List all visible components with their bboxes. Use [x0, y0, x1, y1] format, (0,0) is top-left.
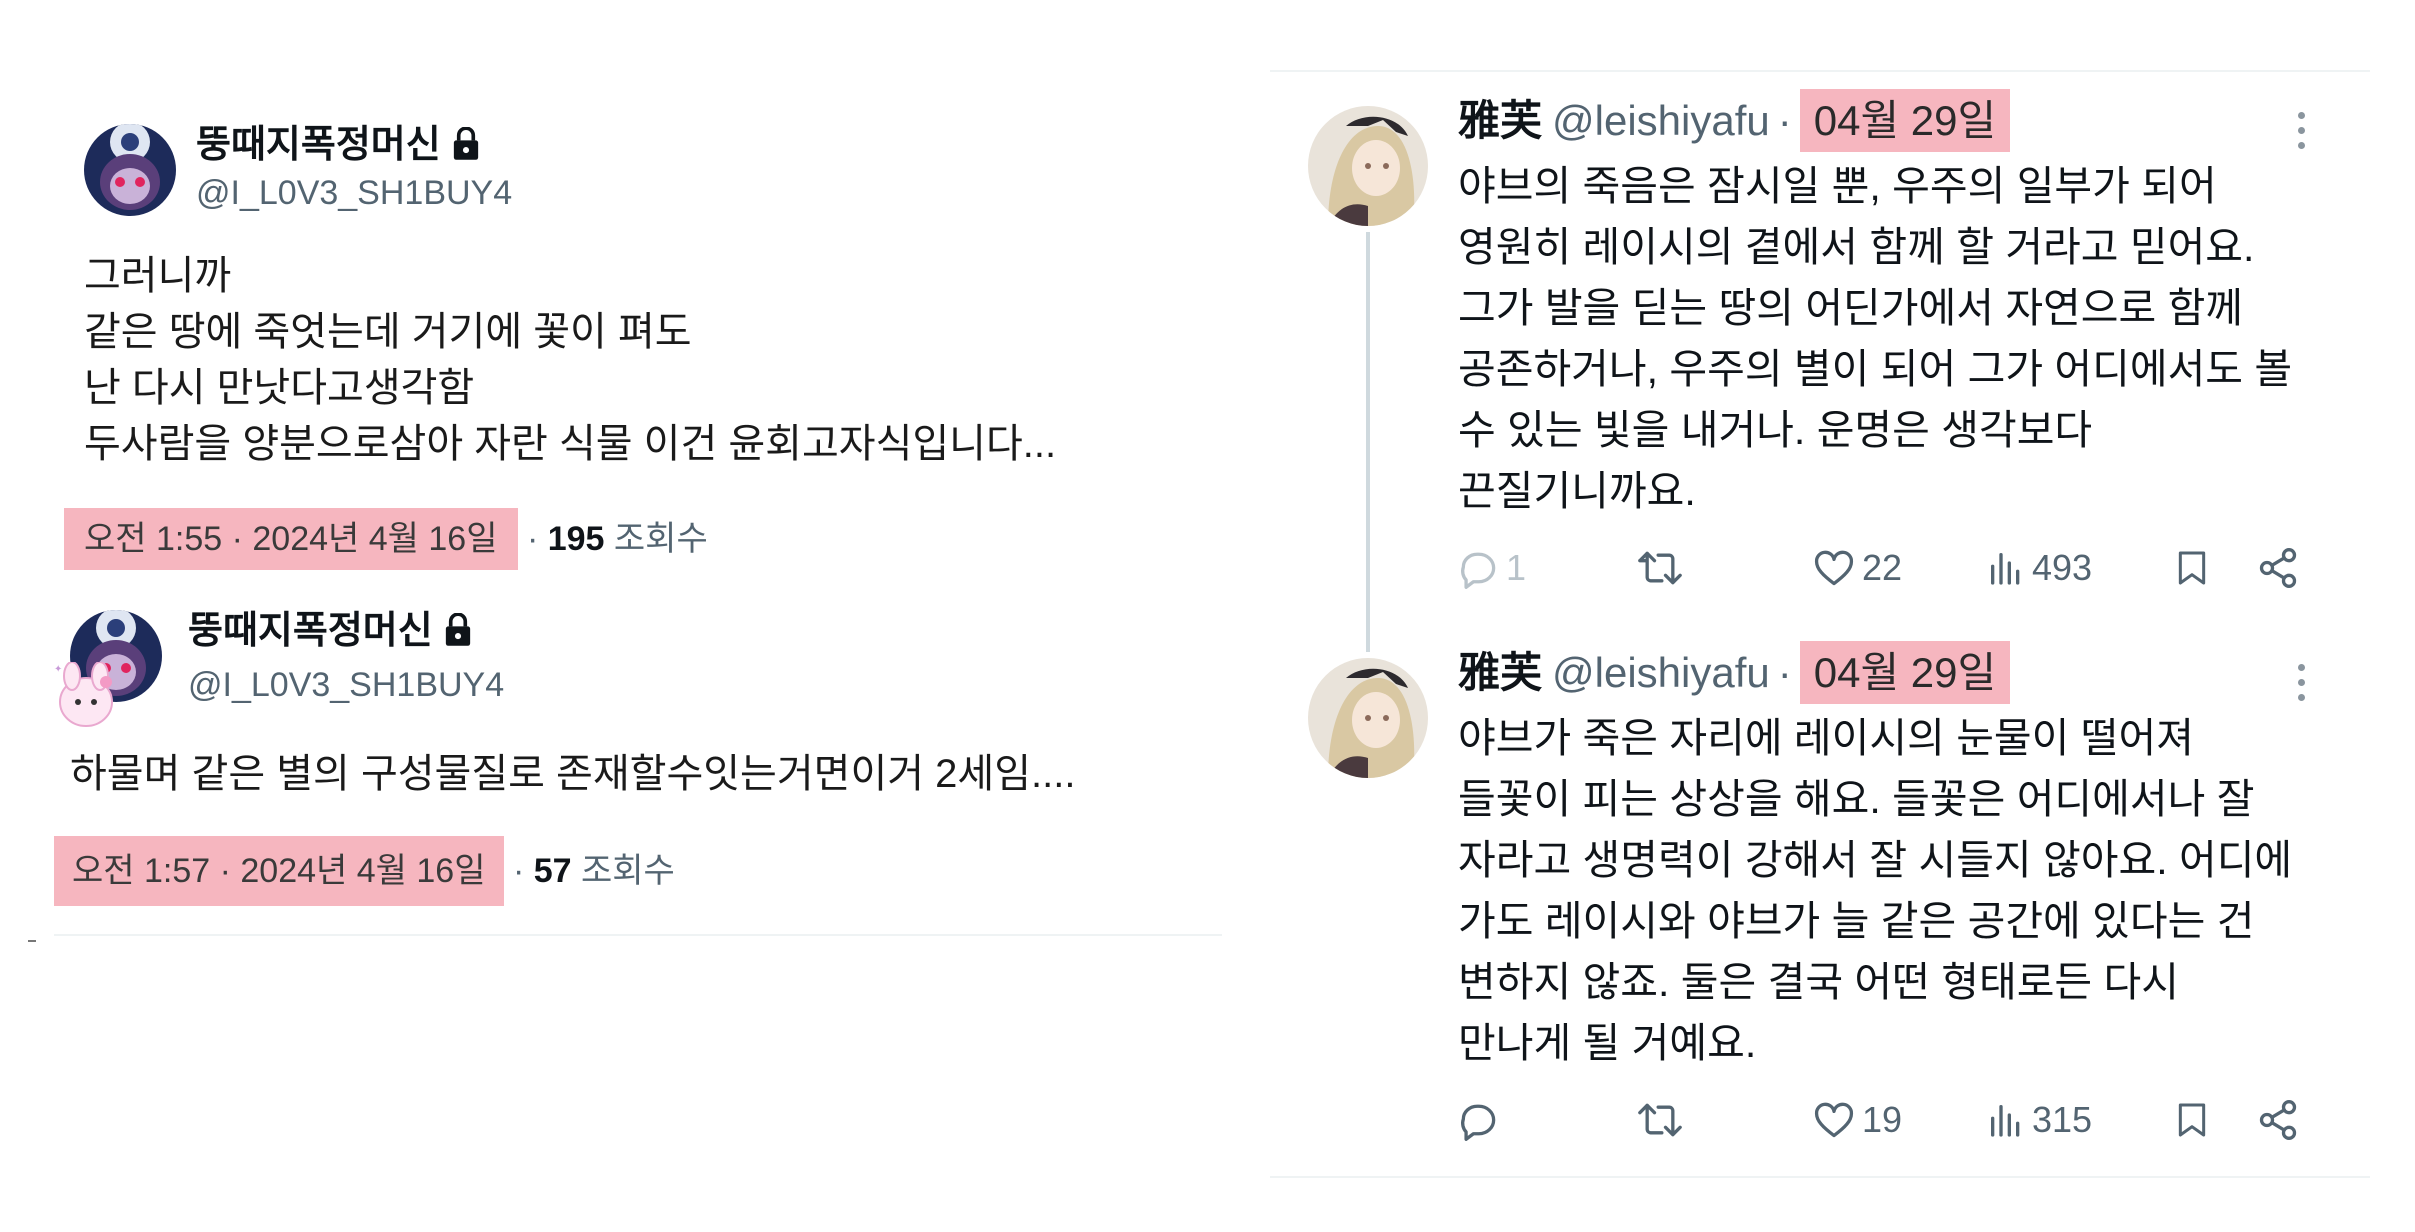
reply-icon — [1461, 552, 1496, 589]
edge-mark — [28, 940, 36, 942]
like-button[interactable]: 19 — [1812, 1098, 1902, 1142]
like-count: 22 — [1862, 547, 1903, 588]
tweet-line: 들꽃이 피는 상상을 해요. 들꽃은 어디에서나 잘 — [1458, 776, 2255, 822]
tweet-date[interactable]: 04월 29일 — [1799, 641, 2011, 704]
bookmark-icon — [2178, 1103, 2206, 1137]
bookmark-button[interactable] — [2172, 546, 2212, 590]
tweet-line: 두사람을 양분으로삼아 자란 식물 이건 윤회고자식입니다... — [84, 422, 1057, 466]
like-count: 19 — [1862, 1099, 1903, 1140]
tweet-line: 하물며 같은 별의 구성물질로 존재할수잇는거면이거 2세임.... — [70, 752, 1076, 796]
tweet-meta: 오전 1:57 · 2024년 4월 16일 · 57 조회수 — [54, 836, 675, 906]
reply-count: 1 — [1506, 547, 1527, 588]
display-name[interactable]: 뚱때지폭정머신 — [196, 126, 481, 164]
tweet-line: 난 다시 만낫다고생각함 — [84, 366, 475, 410]
avatar[interactable] — [1308, 106, 1428, 226]
views-label: 조회수 — [613, 520, 708, 558]
divider — [54, 934, 1222, 936]
action-bar: 19 315 — [1456, 1098, 2306, 1154]
user-handle[interactable]: @I_L0V3_SH1BUY4 — [196, 176, 512, 210]
lock-icon — [453, 127, 478, 160]
views-count: 57 — [533, 852, 572, 890]
tweet-line: 공존하거나, 우주의 별이 되어 그가 어디에서도 볼 — [1458, 346, 2293, 392]
bookmark-icon — [2178, 551, 2206, 585]
tweet-text: 야브가 죽은 자리에 레이시의 눈물이 떨어져 들꽃이 피는 상상을 해요. 들… — [1458, 708, 2292, 1074]
more-icon[interactable] — [2296, 112, 2306, 157]
reply-icon — [1461, 1104, 1496, 1141]
tweet-line: 같은 땅에 죽엇는데 거기에 꽃이 펴도 — [84, 310, 692, 354]
tweet-text: 그러니까 같은 땅에 죽엇는데 거기에 꽃이 펴도 난 다시 만낫다고생각함 두… — [84, 248, 1056, 472]
reply-button[interactable] — [1456, 1098, 1506, 1142]
timestamp[interactable]: 오전 1:57 · 2024년 4월 16일 — [54, 836, 504, 906]
views-count: 315 — [2032, 1099, 2093, 1140]
share-icon — [2259, 548, 2297, 588]
tweet-line: 자라고 생명력이 강해서 잘 시들지 않아요. 어디에 — [1458, 837, 2293, 883]
views-button[interactable]: 315 — [1986, 1098, 2092, 1142]
views-label: 조회수 — [581, 852, 675, 890]
divider — [1270, 70, 2370, 72]
retweet-icon — [1638, 551, 1682, 585]
share-icon — [2259, 1100, 2297, 1140]
display-name[interactable]: 雅芙 — [1458, 97, 1542, 144]
tweet-header: 雅芙 @leishiyafu · 04월 29일 — [1458, 89, 2011, 152]
thread-line — [1366, 232, 1370, 652]
bookmark-button[interactable] — [2172, 1098, 2212, 1142]
views-icon — [1991, 553, 2020, 585]
like-button[interactable]: 22 — [1812, 546, 1902, 590]
avatar-image — [1308, 658, 1428, 778]
avatar-image — [1308, 106, 1428, 226]
display-name[interactable]: 雅芙 — [1458, 649, 1542, 696]
user-handle[interactable]: @leishiyafu — [1552, 97, 1770, 144]
tweet-line: 끈질기니까요. — [1458, 468, 1696, 514]
views-count: 195 — [547, 520, 605, 558]
retweet-icon — [1638, 1103, 1682, 1137]
action-bar: 1 22 493 — [1456, 546, 2306, 602]
tweet-line: 야브의 죽음은 잠시일 뿐, 우주의 일부가 되어 — [1458, 163, 2217, 209]
lock-icon — [445, 613, 470, 646]
avatar[interactable] — [84, 124, 176, 216]
reply-button[interactable]: 1 — [1456, 546, 1526, 590]
tweet-text: 야브의 죽음은 잠시일 뿐, 우주의 일부가 되어 영원히 레이시의 곁에서 함… — [1458, 156, 2292, 522]
tweet-line: 변하지 않죠. 둘은 결국 어떤 형태로든 다시 — [1458, 959, 2179, 1005]
views-count: 493 — [2032, 547, 2093, 588]
tweet-line: 그러니까 — [84, 254, 232, 298]
tweet-line: 수 있는 빛을 내거나. 운명은 생각보다 — [1458, 407, 2093, 453]
user-handle[interactable]: @leishiyafu — [1552, 649, 1770, 696]
avatar-image — [84, 124, 176, 216]
display-name[interactable]: 뚱때지폭정머신 — [188, 612, 473, 650]
share-button[interactable] — [2256, 546, 2300, 590]
timestamp[interactable]: 오전 1:55 · 2024년 4월 16일 — [64, 508, 518, 570]
like-icon — [1814, 1102, 1854, 1138]
avatar[interactable] — [1308, 658, 1428, 778]
tweet-line: 만나게 될 거예요. — [1458, 1020, 1757, 1066]
tweet-line: 그가 발을 딛는 땅의 어딘가에서 자연으로 함께 — [1458, 285, 2244, 331]
tweet-meta: 오전 1:55 · 2024년 4월 16일 · 195 조회수 — [64, 508, 708, 570]
views-button[interactable]: 493 — [1986, 546, 2092, 590]
more-icon[interactable] — [2296, 664, 2306, 709]
tweet-line: 야브가 죽은 자리에 레이시의 눈물이 떨어져 — [1458, 715, 2194, 761]
retweet-button[interactable] — [1636, 1098, 1684, 1142]
tweet-header: 雅芙 @leishiyafu · 04월 29일 — [1458, 641, 2011, 704]
tweet-date[interactable]: 04월 29일 — [1799, 89, 2011, 152]
svg-text:✦: ✦ — [54, 664, 62, 675]
tweet-line: 영원히 레이시의 곁에서 함께 할 거라고 믿어요. — [1458, 224, 2255, 270]
sticker-icon: ✦ — [48, 661, 124, 732]
tweet-text: 하물며 같은 별의 구성물질로 존재할수잇는거면이거 2세임.... — [70, 746, 1075, 802]
divider — [1270, 1176, 2370, 1178]
views-icon — [1991, 1105, 2020, 1137]
user-handle[interactable]: @I_L0V3_SH1BUY4 — [188, 668, 504, 702]
retweet-button[interactable] — [1636, 546, 1684, 590]
share-button[interactable] — [2256, 1098, 2300, 1142]
tweet-line: 가도 레이시와 야브가 늘 같은 공간에 있다는 건 — [1458, 898, 2255, 944]
like-icon — [1814, 550, 1854, 586]
